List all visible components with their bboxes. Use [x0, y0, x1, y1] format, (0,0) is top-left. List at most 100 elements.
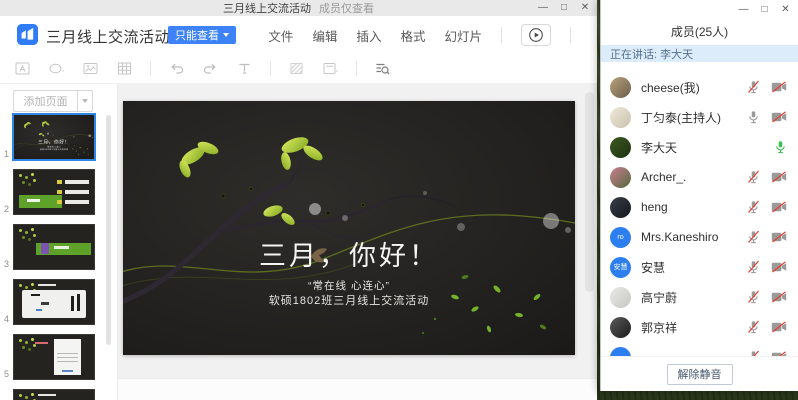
- canvas-scrollbar[interactable]: [585, 92, 594, 292]
- minimize-button[interactable]: —: [537, 1, 549, 15]
- add-page-dropdown[interactable]: [77, 90, 93, 112]
- play-icon: [528, 27, 544, 43]
- member-name: Archer_.: [641, 170, 747, 184]
- redo-icon[interactable]: [202, 60, 219, 77]
- menu-插入[interactable]: 插入: [356, 26, 381, 45]
- slide-number: 3: [4, 259, 9, 269]
- image-icon[interactable]: [82, 60, 99, 77]
- mic-muted-icon[interactable]: [747, 290, 760, 304]
- slide-thumbnail-3[interactable]: [13, 224, 95, 270]
- mic-muted-icon[interactable]: [747, 170, 760, 184]
- member-row[interactable]: 李大天: [601, 132, 798, 162]
- os-titlebar: 三月线上交流活动 成员仅查看 — □ ✕: [0, 0, 597, 16]
- divider: [501, 27, 502, 43]
- member-name: 郭京祥: [641, 319, 747, 336]
- slide-thumbnail-1[interactable]: [12, 113, 96, 161]
- unmute-button[interactable]: 解除静音: [667, 364, 733, 385]
- member-row[interactable]: 丁匀泰(主持人): [601, 102, 798, 132]
- slide-thumbnail-5[interactable]: [13, 334, 95, 380]
- divider: [570, 27, 571, 43]
- undo-icon[interactable]: [168, 60, 185, 77]
- divider: [270, 61, 271, 76]
- member-name: 安慧: [641, 259, 747, 276]
- chevron-down-icon: [223, 33, 229, 37]
- member-row[interactable]: 郭京祥: [601, 312, 798, 342]
- member-panel-title: 成员(25人): [601, 23, 798, 40]
- maximize-button[interactable]: □: [759, 4, 770, 15]
- find-icon[interactable]: [374, 60, 391, 77]
- speaking-status-bar: 正在讲话: 李大天: [601, 45, 798, 62]
- member-row[interactable]: Archer_.: [601, 162, 798, 192]
- avatar: [610, 107, 631, 128]
- slide-number: 4: [4, 314, 9, 324]
- presentation-window: 三月线上交流活动 成员仅查看 — □ ✕ 三月线上交流活动 只能查看 文件编辑插…: [0, 0, 597, 400]
- avatar: [610, 287, 631, 308]
- member-row[interactable]: roMrs.Kaneshiro: [601, 222, 798, 252]
- thumbnail-scrollbar[interactable]: [106, 115, 111, 345]
- os-titlebar-view-mode: 成员仅查看: [319, 0, 374, 16]
- os-titlebar-doc-title: 三月线上交流活动: [223, 0, 311, 16]
- mic-muted-icon[interactable]: [747, 200, 760, 214]
- camera-muted-icon[interactable]: [771, 231, 787, 243]
- add-page-button[interactable]: 添加页面: [13, 90, 77, 112]
- camera-muted-icon[interactable]: [771, 201, 787, 213]
- permission-badge[interactable]: 只能查看: [168, 26, 236, 44]
- member-row[interactable]: heng: [601, 192, 798, 222]
- avatar: [610, 167, 631, 188]
- slide-thumbnail-panel: 添加页面 123456: [0, 84, 118, 400]
- member-name: 高宁蔚: [641, 289, 747, 306]
- close-button[interactable]: ✕: [780, 4, 791, 15]
- member-name: 李大天: [641, 139, 774, 156]
- slide-thumbnail-6[interactable]: [13, 389, 95, 400]
- slide-canvas: 三月，你好！ “常在线 心连心” 软硕1802班三月线上交流活动: [118, 84, 597, 400]
- member-row[interactable]: cheese(我): [601, 72, 798, 102]
- mic-muted-icon[interactable]: [747, 260, 760, 274]
- shape-icon[interactable]: [48, 60, 65, 77]
- menu-文件[interactable]: 文件: [268, 26, 293, 45]
- camera-muted-icon[interactable]: [771, 111, 787, 123]
- text-box-icon[interactable]: [14, 60, 31, 77]
- mic-speaking-icon[interactable]: [774, 140, 787, 154]
- camera-muted-icon[interactable]: [771, 81, 787, 93]
- divider: [150, 61, 151, 76]
- camera-muted-icon[interactable]: [771, 171, 787, 183]
- menu-格式[interactable]: 格式: [400, 26, 425, 45]
- pattern-icon[interactable]: [288, 60, 305, 77]
- desktop-wallpaper: 三月线上交流活动 成员仅查看 — □ ✕ 三月线上交流活动 只能查看 文件编辑插…: [0, 0, 798, 400]
- mic-muted-icon[interactable]: [747, 230, 760, 244]
- member-name: cheese(我): [641, 79, 747, 96]
- mic-muted-icon[interactable]: [747, 320, 760, 334]
- camera-muted-icon[interactable]: [771, 261, 787, 273]
- member-row[interactable]: 高宁蔚: [601, 282, 798, 312]
- format-painter-icon[interactable]: [236, 60, 253, 77]
- menu-bar: 文件编辑插入格式幻灯片: [268, 16, 571, 54]
- mic-on-icon[interactable]: [747, 110, 760, 124]
- placeholder-icon[interactable]: [322, 60, 339, 77]
- mic-muted-icon[interactable]: [747, 80, 760, 94]
- slide-thumbnail-2[interactable]: [13, 169, 95, 215]
- menu-编辑[interactable]: 编辑: [312, 26, 337, 45]
- current-slide: 三月，你好！ “常在线 心连心” 软硕1802班三月线上交流活动: [123, 101, 575, 355]
- minimize-button[interactable]: —: [738, 4, 749, 15]
- member-name: heng: [641, 200, 747, 214]
- close-button[interactable]: ✕: [579, 1, 591, 15]
- slide-number: 2: [4, 204, 9, 214]
- slide-thumbnail-4[interactable]: [13, 279, 95, 325]
- avatar: 安慧: [610, 257, 631, 278]
- slide-thumbnail-list: 123456: [0, 114, 117, 400]
- member-panel-window: — □ ✕ 成员(25人) 正在讲话: 李大天 cheese(我) 丁匀泰(主持人…: [600, 0, 798, 391]
- camera-muted-icon[interactable]: [771, 291, 787, 303]
- table-icon[interactable]: [116, 60, 133, 77]
- toolbar: [0, 54, 597, 84]
- menu-幻灯片[interactable]: 幻灯片: [444, 26, 482, 45]
- play-slideshow-button[interactable]: [521, 24, 551, 46]
- camera-muted-icon[interactable]: [771, 321, 787, 333]
- member-row[interactable]: 安慧安慧: [601, 252, 798, 282]
- avatar: [610, 197, 631, 218]
- avatar: [610, 77, 631, 98]
- avatar: [610, 317, 631, 338]
- maximize-button[interactable]: □: [558, 1, 570, 15]
- app-logo-icon: [17, 24, 38, 45]
- member-name: 丁匀泰(主持人): [641, 109, 747, 126]
- divider: [356, 61, 357, 76]
